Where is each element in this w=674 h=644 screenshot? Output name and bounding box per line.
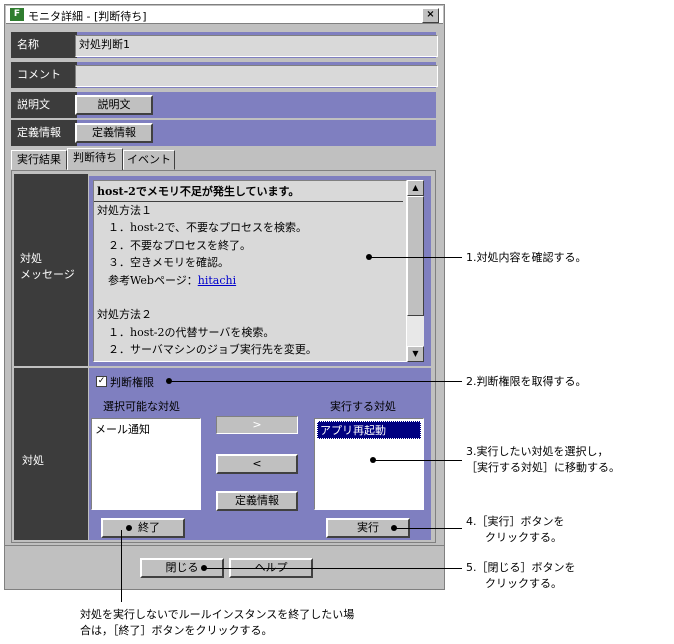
annotation-5-line2: クリックする。 [485,577,562,590]
definition-button[interactable]: 定義情報 [75,123,153,143]
comment-label: コメント [11,62,77,88]
annotation-line [121,530,122,602]
annotation-line [370,257,462,258]
definition-row: 定義情報 定義情報 [11,120,436,146]
annotation-3-line2: ［実行する対処］に移動する。 [466,461,620,474]
tab-event[interactable]: イベント [123,150,175,170]
annotation-4-line1: 4.［実行］ボタンを [466,515,565,528]
annotation-4-line2: クリックする。 [485,531,562,544]
tab-awaiting-decision[interactable]: 判断待ち [67,148,123,171]
message-line: ３．空きメモリを確認。 [97,256,229,269]
message-line: 対処方法２ [97,308,152,321]
name-row: 名称 対処判断1 [11,32,438,58]
reference-label: 参考Webページ： [97,273,198,287]
message-scrollbar[interactable]: ▲ ▼ [407,180,424,362]
move-right-button[interactable]: > [216,416,298,434]
end-button-label: 終了 [138,521,160,534]
move-left-button[interactable]: < [216,454,298,474]
annotation-line [205,568,462,569]
definition-label: 定義情報 [11,120,77,146]
description-row: 説明文 説明文 [11,92,436,118]
action-label: 対処 [22,454,44,467]
message-line: ２．サーバマシンのジョブ実行先を変更。 [97,343,317,356]
annotation-line [170,381,462,382]
description-button[interactable]: 説明文 [75,95,153,115]
comment-row: コメント [11,62,438,88]
hitachi-link[interactable]: hitachi [198,274,236,287]
available-actions-list[interactable]: メール通知 [91,418,201,510]
message-line: ２．不要なプロセスを終了。 [97,238,251,252]
annotation-2: 2.判断権限を取得する。 [466,375,587,388]
message-line-ref: 参考Webページ：hitachi [94,272,406,290]
execute-actions-header: 実行する対処 [330,400,396,413]
list-item[interactable]: アプリ再起動 [317,421,421,439]
close-button-label: 閉じる [165,561,199,574]
app-icon: F [10,8,24,21]
close-icon[interactable]: × [422,8,439,23]
message-heading: host-2でメモリ不足が発生しています。 [94,181,403,202]
execute-actions-list[interactable]: アプリ再起動 [314,418,424,510]
annotation-bottom-line1: 対処を実行しないでルールインスタンスを終了したい場 [80,608,355,621]
comment-field[interactable] [75,65,438,87]
title-bar[interactable]: F モニタ詳細 - [判断待ち] × [6,6,443,24]
annotation-5-line1: 5.［閉じる］ボタンを [466,561,576,574]
message-label-line1: 対処 [20,252,42,265]
definition-info-button[interactable]: 定義情報 [216,491,298,511]
annotation-line [374,460,462,461]
list-item[interactable]: メール通知 [92,419,200,439]
description-label: 説明文 [11,92,77,118]
message-label-line2: メッセージ [20,268,75,281]
name-field[interactable]: 対処判断1 [75,35,438,57]
decision-authority-checkbox[interactable]: ✓ [96,376,107,387]
end-marker-icon [126,525,132,531]
annotation-line [395,528,462,529]
message-line: 対処方法１ [97,203,152,217]
message-text: host-2でメモリ不足が発生しています。 対処方法１ １．host-2で、不要… [93,180,407,362]
message-side-label: 対処 メッセージ [14,174,88,366]
annotation-bottom-line2: 合は，［終了］ボタンをクリックする。 [80,624,273,637]
message-line: １．host-2の代替サーバを検索。 [97,325,275,339]
annotation-1: 1.対処内容を確認する。 [466,251,587,264]
end-button[interactable]: 終了 [101,518,185,538]
window-title: モニタ詳細 - [判断待ち] [28,10,147,23]
tab-execution-result[interactable]: 実行結果 [11,150,67,170]
annotation-3-line1: 3.実行したい対処を選択し， [466,445,609,458]
name-label: 名称 [11,32,77,58]
scroll-thumb[interactable] [407,196,424,316]
available-actions-header: 選択可能な対処 [103,400,180,413]
decision-authority-label: 判断権限 [110,376,154,389]
message-line: １．host-2で、不要なプロセスを検索。 [97,221,308,234]
action-side-label: 対処 [14,368,88,540]
message-line [94,289,406,306]
footer-divider [4,545,445,546]
scroll-up-icon[interactable]: ▲ [407,180,424,196]
scroll-down-icon[interactable]: ▼ [407,346,424,362]
run-button-label: 実行 [357,521,379,534]
